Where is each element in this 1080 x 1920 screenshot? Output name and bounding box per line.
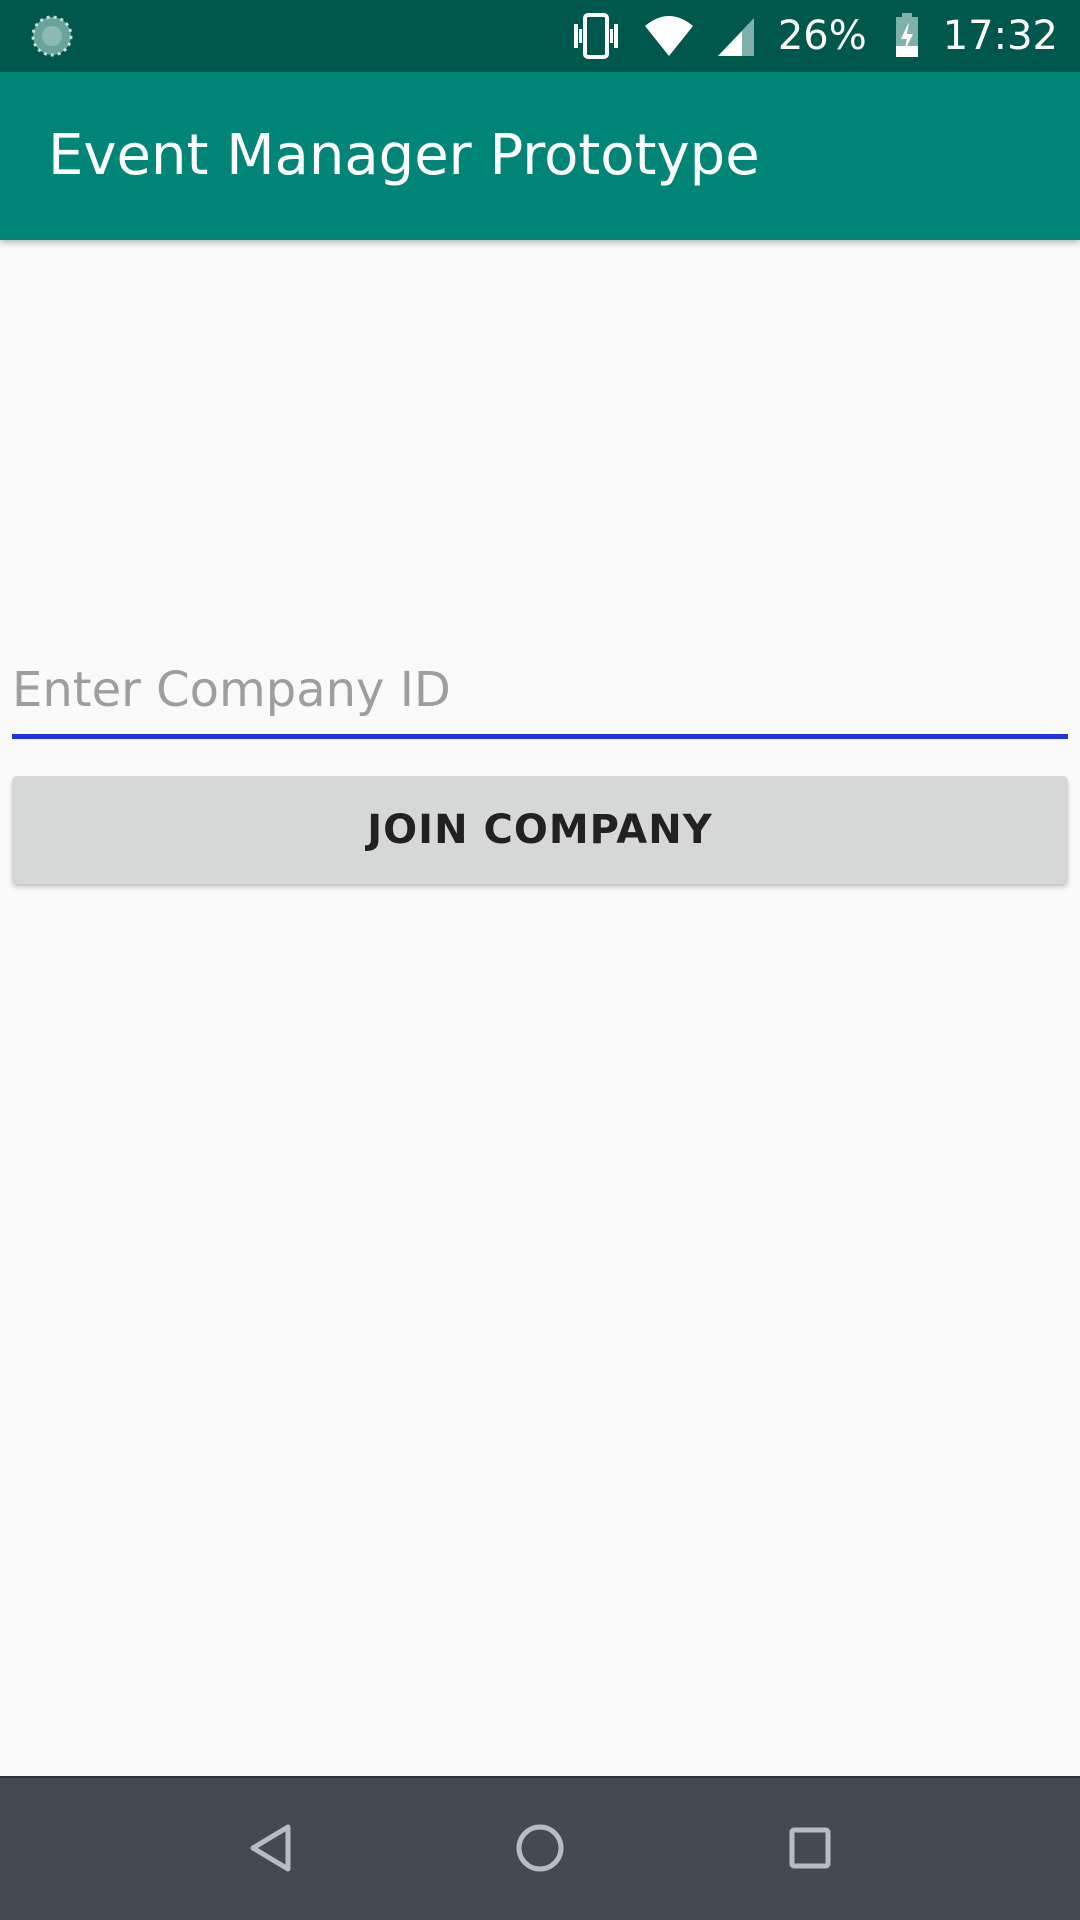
battery-percent: 26%	[777, 13, 867, 59]
app-bar: Event Manager Prototype	[0, 72, 1080, 240]
status-bar: 26% 17:32	[0, 0, 1080, 72]
status-icons: 26% 17:32	[570, 0, 1058, 72]
nav-home-button[interactable]	[500, 1810, 580, 1890]
join-company-button[interactable]: JOIN COMPANY	[12, 776, 1068, 884]
wifi-icon	[644, 12, 694, 60]
back-triangle-icon	[246, 1822, 294, 1878]
battery-charging-icon	[893, 12, 921, 60]
main-content: JOIN COMPANY	[0, 240, 1080, 1776]
navigation-bar	[0, 1776, 1080, 1920]
cell-signal-icon	[716, 12, 756, 60]
nav-back-button[interactable]	[230, 1810, 310, 1890]
recents-square-icon	[787, 1825, 833, 1875]
screen: 26% 17:32 Event Manager Prototype JOIN C…	[0, 0, 1080, 1920]
nav-recents-button[interactable]	[770, 1810, 850, 1890]
join-company-button-label: JOIN COMPANY	[367, 807, 713, 853]
status-time: 17:32	[942, 13, 1058, 59]
app-title: Event Manager Prototype	[48, 123, 760, 188]
loading-spinner-icon	[30, 14, 74, 58]
vibrate-icon	[570, 12, 622, 60]
company-id-input[interactable]	[12, 650, 1068, 730]
company-id-underline	[12, 734, 1068, 739]
home-circle-icon	[514, 1822, 566, 1878]
